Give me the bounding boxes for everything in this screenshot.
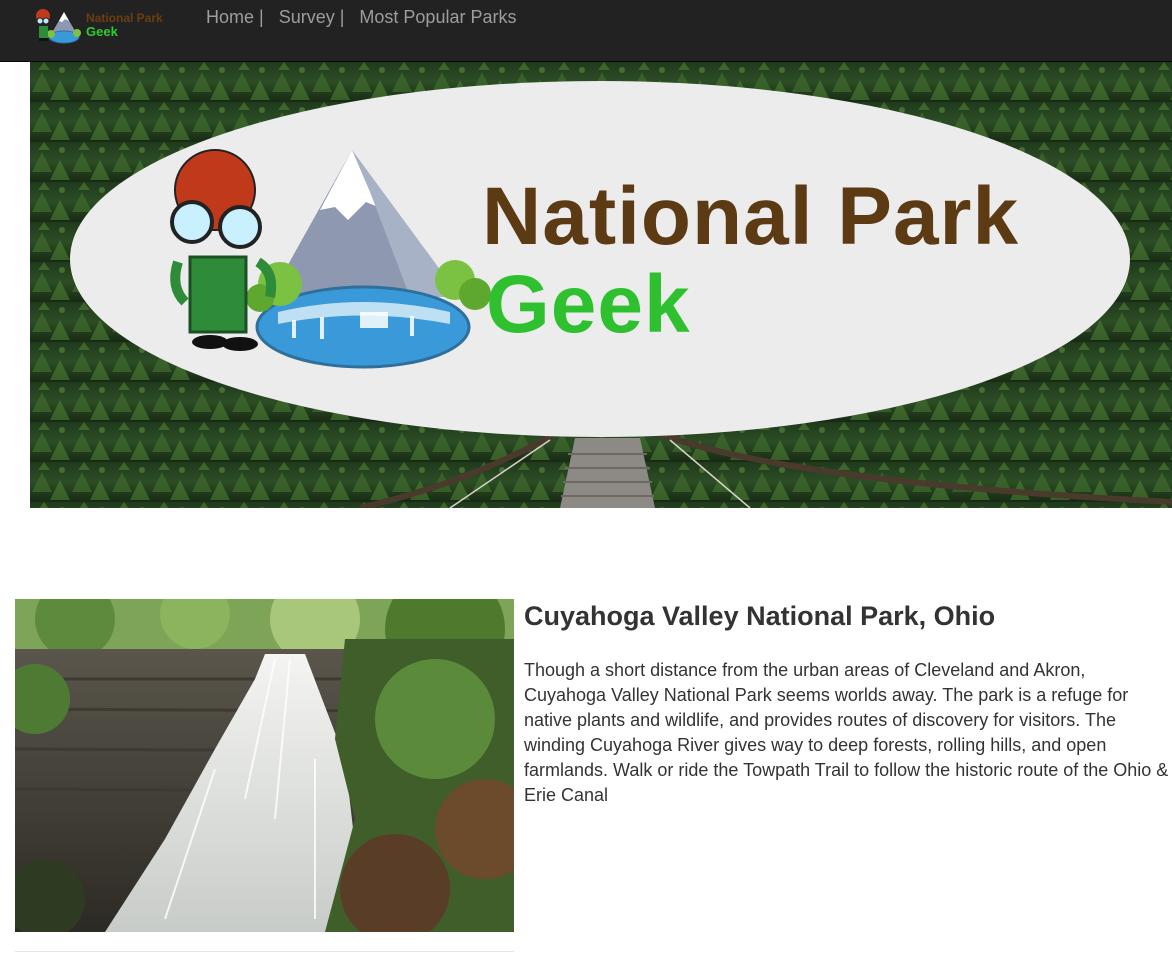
park-divider (15, 951, 514, 952)
nav-link-survey[interactable]: Survey | (279, 7, 345, 27)
hero-title-geek: Geek (486, 259, 691, 350)
park-title: Cuyahoga Valley National Park, Ohio (524, 601, 996, 631)
hero-title-national-park: National Park (482, 171, 1020, 262)
geek-mountain-logo-icon (36, 9, 81, 44)
hero-banner: National Park Geek (30, 62, 1172, 508)
nav-item-survey: Survey | (279, 7, 345, 28)
nav-item-home: Home | (206, 7, 264, 28)
main-nav: Home | Survey | Most Popular Parks (206, 7, 531, 28)
nav-item-popular-parks: Most Popular Parks (359, 7, 516, 28)
nav-link-popular-parks[interactable]: Most Popular Parks (359, 7, 516, 27)
park-photo-waterfall (15, 599, 514, 932)
brand-name-line1: National Park (86, 11, 163, 25)
brand-name-line2: Geek (86, 24, 118, 39)
top-navbar: National Park Geek Home | Survey | Most … (0, 0, 1172, 62)
brand-logo-link[interactable]: National Park Geek (34, 6, 184, 46)
nav-link-home[interactable]: Home | (206, 7, 264, 27)
park-description: Though a short distance from the urban a… (524, 660, 1169, 805)
